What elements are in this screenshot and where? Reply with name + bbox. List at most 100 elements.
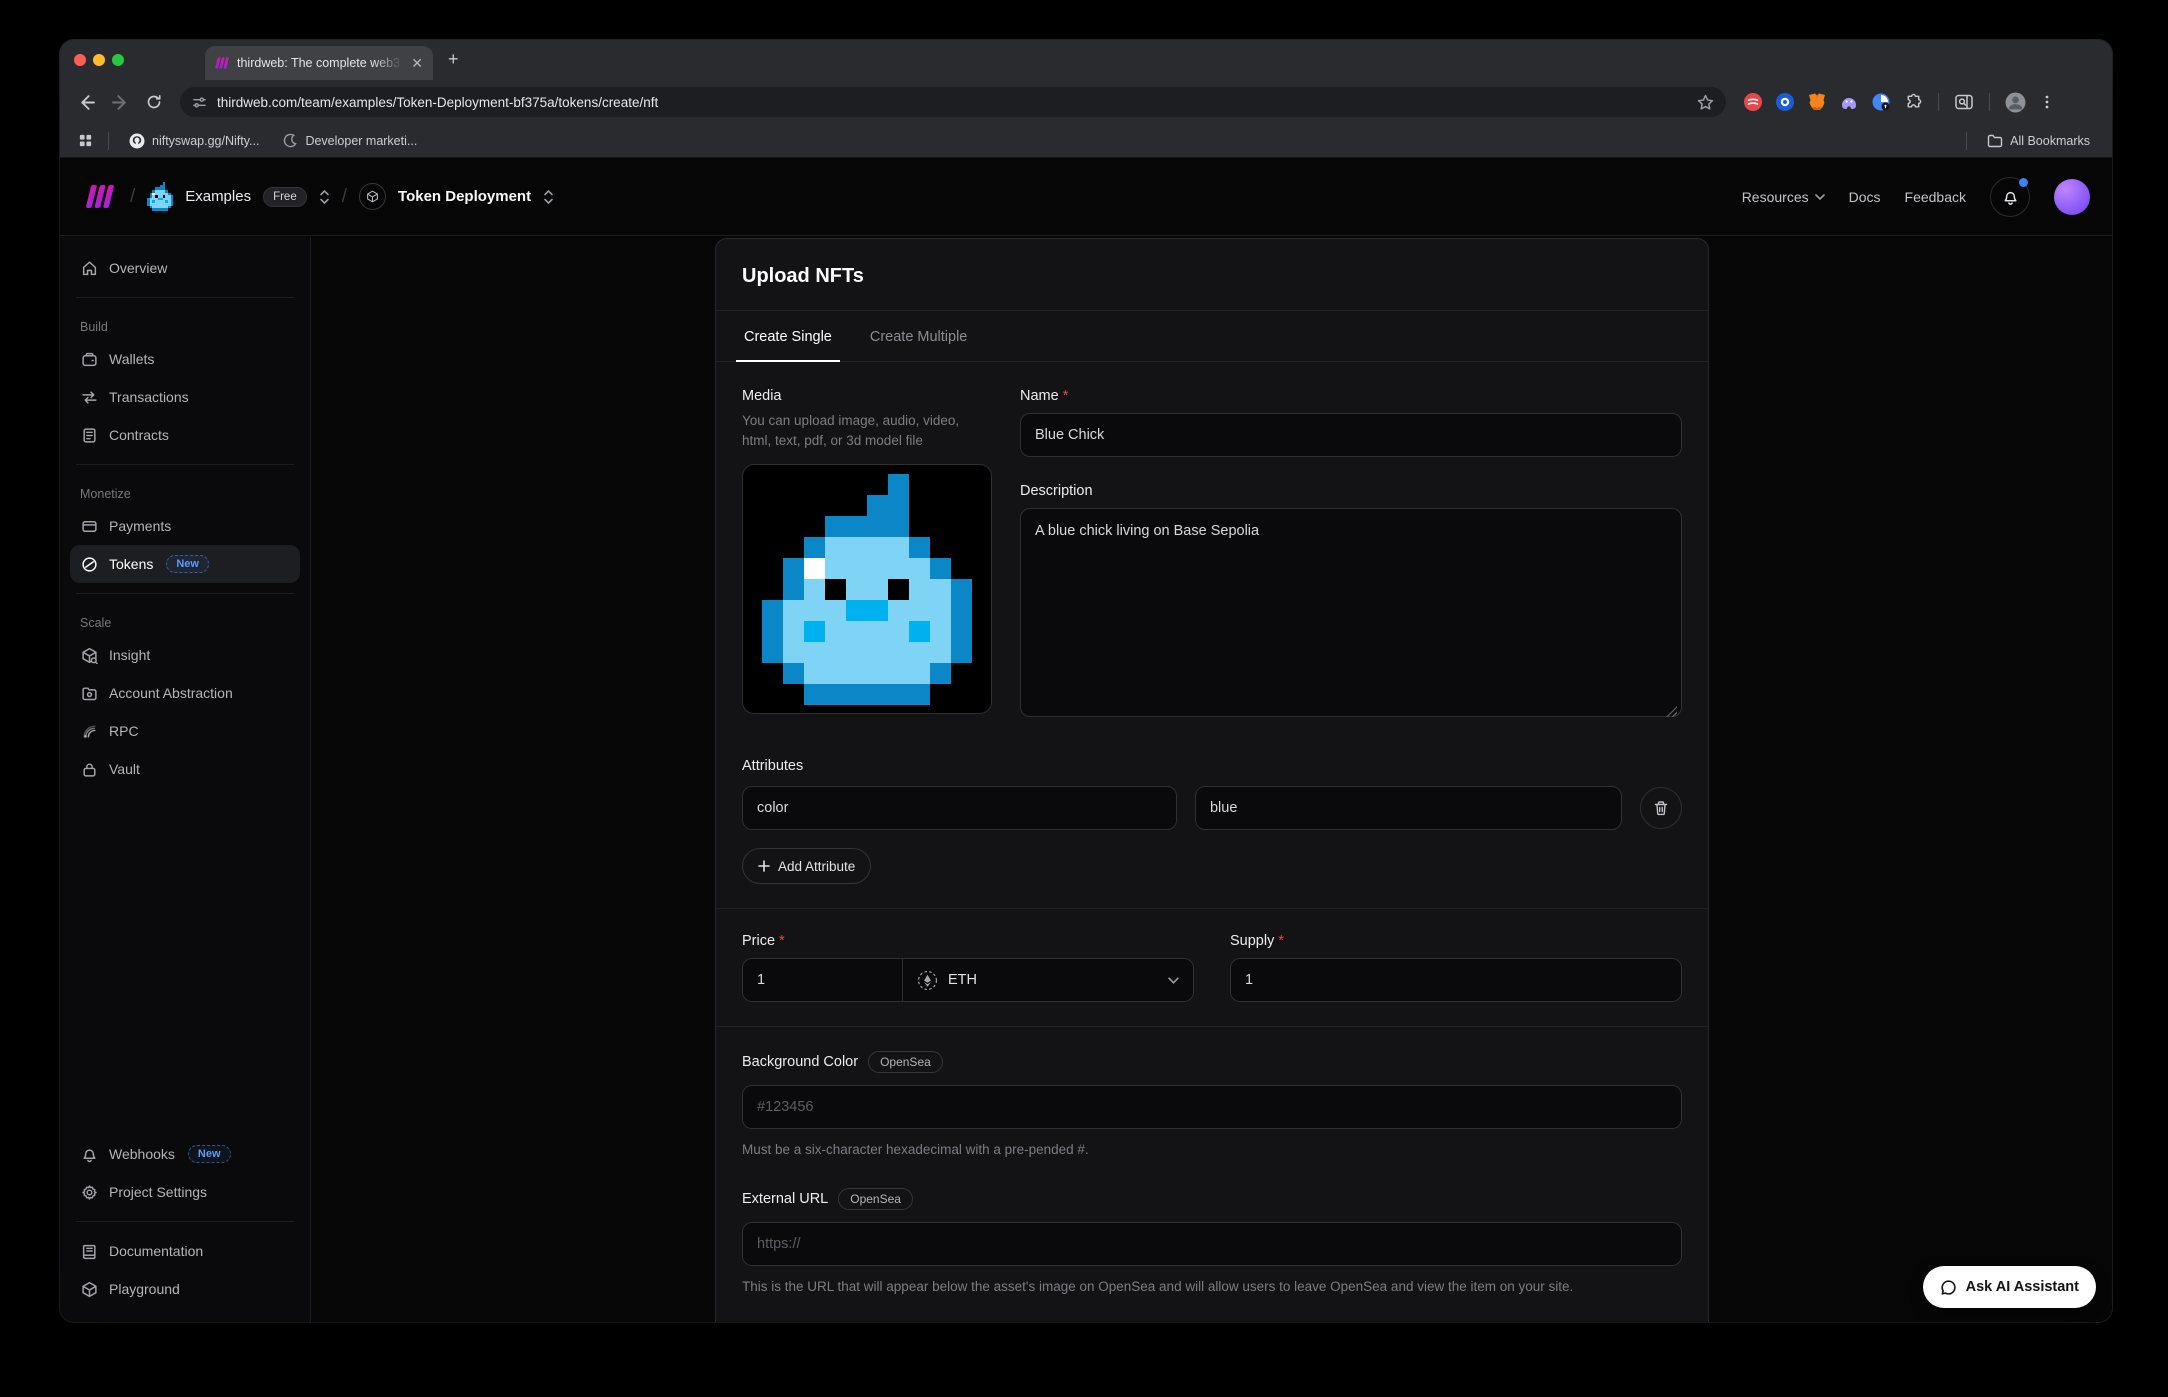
extension-blue-icon[interactable] xyxy=(1774,91,1796,113)
project-select-chevrons-icon[interactable] xyxy=(543,189,554,205)
required-asterisk: * xyxy=(779,933,785,949)
delete-attribute-button[interactable] xyxy=(1640,787,1682,829)
supply-label: Supply* xyxy=(1230,933,1682,949)
sidebar-section-monetize: Monetize xyxy=(70,475,300,507)
thirdweb-dashboard: / Examples Free / Token Deployment Reso xyxy=(60,158,2112,1322)
ask-ai-assistant-button[interactable]: Ask AI Assistant xyxy=(1923,1266,2096,1308)
attribute-name-input[interactable] xyxy=(742,786,1177,830)
plus-icon xyxy=(758,860,770,872)
team-select-chevrons-icon[interactable] xyxy=(319,189,330,205)
sidebar-item-payments[interactable]: Payments xyxy=(70,507,300,545)
sidebar-item-overview[interactable]: Overview xyxy=(70,249,300,287)
notifications-button[interactable] xyxy=(1990,177,2030,217)
folder-icon xyxy=(1987,133,2003,149)
tab-create-multiple[interactable]: Create Multiple xyxy=(868,311,970,361)
thirdweb-logo[interactable] xyxy=(82,185,118,208)
bell-icon xyxy=(2002,188,2019,206)
sidebar-item-project-settings[interactable]: Project Settings xyxy=(70,1173,300,1211)
project-icon xyxy=(359,183,386,210)
media-help-text: You can upload image, audio, video, html… xyxy=(742,411,982,450)
extensions-puzzle-icon[interactable] xyxy=(1902,91,1924,113)
sidebar-item-playground[interactable]: Playground xyxy=(70,1270,300,1308)
currency-value: ETH xyxy=(948,972,977,988)
insight-cube-icon xyxy=(80,647,98,664)
team-avatar xyxy=(147,182,173,211)
phantom-icon[interactable] xyxy=(1838,91,1860,113)
browser-profile-avatar[interactable] xyxy=(2004,91,2026,113)
zoom-window-button[interactable] xyxy=(112,54,124,66)
description-textarea[interactable]: A blue chick living on Base Sepolia xyxy=(1020,508,1682,717)
resources-menu[interactable]: Resources xyxy=(1742,189,1825,205)
required-asterisk: * xyxy=(1063,388,1069,404)
nft-image-blue-chick xyxy=(762,474,972,705)
sidebar-item-vault[interactable]: Vault xyxy=(70,750,300,788)
feedback-link[interactable]: Feedback xyxy=(1905,189,1966,205)
attribute-value-input[interactable] xyxy=(1195,786,1622,830)
tab-title: thirdweb: The complete web3 xyxy=(237,56,403,70)
description-label: Description xyxy=(1020,483,1682,499)
price-input[interactable] xyxy=(743,959,903,1001)
attributes-label: Attributes xyxy=(742,758,1682,774)
media-label: Media xyxy=(742,388,992,404)
sidebar-item-tokens[interactable]: Tokens New xyxy=(70,545,300,583)
currency-select[interactable]: ETH xyxy=(903,959,1193,1001)
add-attribute-button[interactable]: Add Attribute xyxy=(742,848,871,884)
chat-bubble-icon xyxy=(1940,1279,1957,1296)
app-header: / Examples Free / Token Deployment Reso xyxy=(60,158,2112,236)
minimize-window-button[interactable] xyxy=(93,54,105,66)
supply-input[interactable] xyxy=(1230,958,1682,1002)
all-bookmarks-button[interactable]: All Bookmarks xyxy=(1979,133,2098,149)
apps-grid-icon[interactable] xyxy=(74,130,96,152)
timer-extension-icon[interactable] xyxy=(1870,91,1892,113)
sidebar-item-account-abstraction[interactable]: Account Abstraction xyxy=(70,674,300,712)
bookmark-item-niftyswap[interactable]: niftyswap.gg/Nifty... xyxy=(121,133,267,149)
thirdweb-favicon-icon xyxy=(215,57,229,69)
url-text[interactable]: thirdweb.com/team/examples/Token-Deploym… xyxy=(217,95,1687,110)
external-url-help: This is the URL that will appear below t… xyxy=(742,1277,1682,1297)
contract-icon xyxy=(80,427,98,444)
sidebar-item-transactions[interactable]: Transactions xyxy=(70,378,300,416)
bookmark-item-developer-marketing[interactable]: Developer marketi... xyxy=(275,133,425,148)
sidebar-item-wallets[interactable]: Wallets xyxy=(70,340,300,378)
external-url-input[interactable] xyxy=(742,1222,1682,1266)
team-switcher[interactable]: Examples xyxy=(185,188,251,205)
name-input[interactable] xyxy=(1020,413,1682,457)
extension-red-icon[interactable] xyxy=(1742,91,1764,113)
project-switcher[interactable]: Token Deployment xyxy=(398,188,531,205)
home-icon xyxy=(80,260,98,277)
bookmark-star-icon[interactable] xyxy=(1697,94,1714,111)
sidebar: Overview Build Wallets Transactions Cont… xyxy=(60,237,311,1322)
sidebar-item-insight[interactable]: Insight xyxy=(70,636,300,674)
price-label: Price* xyxy=(742,933,1194,949)
toolbar-divider xyxy=(1938,93,1939,111)
price-field-group: ETH xyxy=(742,958,1194,1002)
page-title: Upload NFTs xyxy=(742,265,1682,288)
new-tab-button[interactable]: + xyxy=(448,50,459,68)
media-upload-preview[interactable] xyxy=(742,464,992,714)
lock-icon xyxy=(80,761,98,778)
webhook-bell-icon xyxy=(80,1146,98,1163)
sidebar-item-rpc[interactable]: RPC xyxy=(70,712,300,750)
reload-icon[interactable] xyxy=(140,88,168,116)
account-avatar[interactable] xyxy=(2054,179,2090,215)
site-settings-icon[interactable] xyxy=(192,95,207,110)
sidebar-item-contracts[interactable]: Contracts xyxy=(70,416,300,454)
side-panel-search-icon[interactable] xyxy=(1953,91,1975,113)
browser-tab[interactable]: thirdweb: The complete web3 ✕ xyxy=(205,46,433,80)
url-bar[interactable]: thirdweb.com/team/examples/Token-Deploym… xyxy=(180,87,1726,117)
back-icon[interactable] xyxy=(72,88,100,116)
chrome-menu-icon[interactable] xyxy=(2036,91,2058,113)
chevron-down-icon xyxy=(1168,977,1179,984)
forward-icon[interactable] xyxy=(106,88,134,116)
close-window-button[interactable] xyxy=(74,54,86,66)
background-color-input[interactable] xyxy=(742,1085,1682,1129)
tab-strip: thirdweb: The complete web3 ✕ + xyxy=(60,40,2112,80)
sidebar-item-documentation[interactable]: Documentation xyxy=(70,1232,300,1270)
plan-badge: Free xyxy=(263,187,307,207)
tab-close-icon[interactable]: ✕ xyxy=(411,56,423,70)
tab-create-single[interactable]: Create Single xyxy=(742,311,834,361)
metamask-icon[interactable] xyxy=(1806,91,1828,113)
docs-link[interactable]: Docs xyxy=(1849,189,1881,205)
eth-icon xyxy=(917,970,938,991)
sidebar-item-webhooks[interactable]: Webhooks New xyxy=(70,1135,300,1173)
